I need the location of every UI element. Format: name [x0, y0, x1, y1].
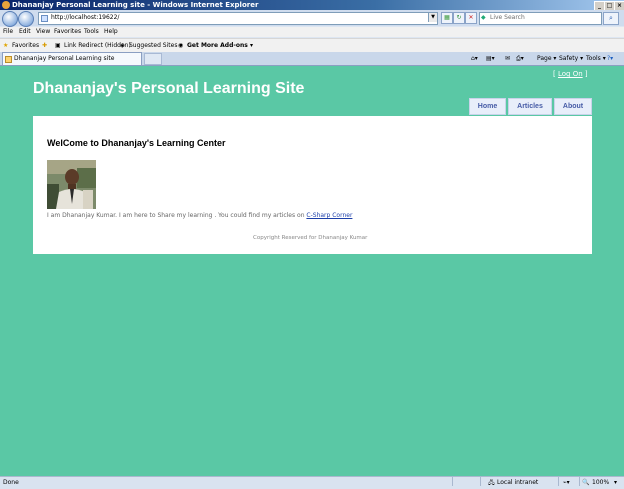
main-content — [33, 116, 592, 254]
log-on-link[interactable]: Log On — [558, 70, 583, 78]
feeds-icon[interactable]: ▤▾ — [486, 52, 495, 65]
window-title: Dhananjay Personal Learning site - Windo… — [12, 1, 259, 9]
link-redirect-icon: ▣ — [55, 42, 61, 49]
print-icon[interactable]: ⎙▾ — [516, 52, 524, 65]
menu-help[interactable]: Help — [104, 27, 118, 37]
menu-tools[interactable]: Tools — [84, 27, 99, 37]
favorites-bar: ★ Favorites ✚ ▣ Link Redirect (Hidden) ◈… — [0, 38, 624, 52]
status-divider — [452, 477, 453, 486]
zone-label: Local intranet — [497, 479, 539, 486]
zoom-level[interactable]: 100% — [592, 477, 609, 488]
login-display: [ Log On ] — [553, 70, 588, 78]
nav-about[interactable]: About — [554, 98, 592, 115]
home-icon[interactable]: ⌂▾ — [471, 52, 478, 65]
csharp-corner-link[interactable]: C-Sharp Corner — [306, 212, 352, 219]
live-search-icon: ◆ — [481, 14, 486, 21]
safety-menu[interactable]: Safety ▾ — [559, 52, 583, 65]
status-bar: Done 🖧 Local intranet ⌁▾ 🔍 100% ▾ — [0, 476, 624, 489]
compatibility-icon[interactable]: ▦ — [441, 12, 453, 24]
tab-title: Dhananjay Personal Learning site — [14, 55, 115, 62]
back-button[interactable] — [2, 11, 18, 27]
tab-active[interactable]: Dhananjay Personal Learning site — [2, 52, 142, 65]
search-placeholder: Live Search — [490, 14, 525, 21]
menu-favorites[interactable]: Favorites — [54, 27, 81, 37]
menu-file[interactable]: File — [3, 27, 13, 37]
intranet-icon: 🖧 — [488, 479, 495, 486]
window-title-bar: Dhananjay Personal Learning site - Windo… — [0, 0, 624, 11]
page-menu[interactable]: Page ▾ — [537, 52, 556, 65]
intro-text: I am Dhananjay Kumar. I am here to Share… — [47, 212, 307, 219]
favorites-button[interactable]: Favorites — [12, 39, 39, 52]
site-title: Dhananjay's Personal Learning Site — [33, 80, 305, 97]
search-input[interactable]: ◆ Live Search — [479, 12, 602, 25]
tab-page-icon — [5, 56, 12, 63]
address-bar[interactable]: http://localhost:19622/ — [38, 12, 438, 25]
favorite-get-more-addons[interactable]: Get More Add-ons ▾ — [187, 39, 253, 52]
ie-icon — [2, 1, 10, 9]
page-icon — [41, 15, 48, 22]
stop-icon[interactable]: ✕ — [465, 12, 477, 24]
zoom-icon[interactable]: 🔍 — [582, 477, 589, 488]
star-icon: ★ — [3, 42, 9, 49]
page-heading: WelCome to Dhananjay's Learning Center — [47, 138, 226, 148]
suggested-sites-icon: ◈ — [120, 42, 125, 49]
help-icon[interactable]: ?▾ — [607, 52, 613, 65]
menu-view[interactable]: View — [36, 27, 50, 37]
address-url: http://localhost:19622/ — [51, 14, 120, 21]
zoom-dropdown-icon[interactable]: ▾ — [614, 477, 617, 488]
protected-mode-icon[interactable]: ⌁▾ — [563, 477, 570, 488]
status-divider — [480, 477, 481, 486]
address-dropdown-icon[interactable]: ▼ — [428, 13, 437, 22]
search-icon[interactable]: ⌕ — [603, 12, 619, 25]
nav-home[interactable]: Home — [469, 98, 506, 115]
status-divider — [579, 477, 580, 486]
read-mail-icon[interactable]: ✉ — [505, 52, 510, 65]
login-suffix: ] — [582, 70, 588, 78]
menu-bar: File Edit View Favorites Tools Help — [0, 27, 624, 37]
intro-paragraph: I am Dhananjay Kumar. I am here to Share… — [47, 212, 352, 219]
add-favorite-icon[interactable]: ✚ — [42, 39, 47, 52]
profile-photo — [47, 160, 96, 209]
status-divider — [558, 477, 559, 486]
new-tab-button[interactable] — [144, 53, 162, 65]
nav-articles[interactable]: Articles — [508, 98, 552, 115]
menu-edit[interactable]: Edit — [19, 27, 31, 37]
favorite-suggested-sites[interactable]: Suggested Sites ▾ — [129, 39, 182, 52]
copyright-footer: Copyright Reserved for Dhananjay Kumar — [253, 235, 368, 241]
forward-button[interactable] — [18, 11, 34, 27]
tools-menu[interactable]: Tools ▾ — [586, 52, 606, 65]
status-text: Done — [3, 479, 19, 486]
refresh-icon[interactable]: ↻ — [453, 12, 465, 24]
addons-icon: ◉ — [178, 42, 184, 49]
